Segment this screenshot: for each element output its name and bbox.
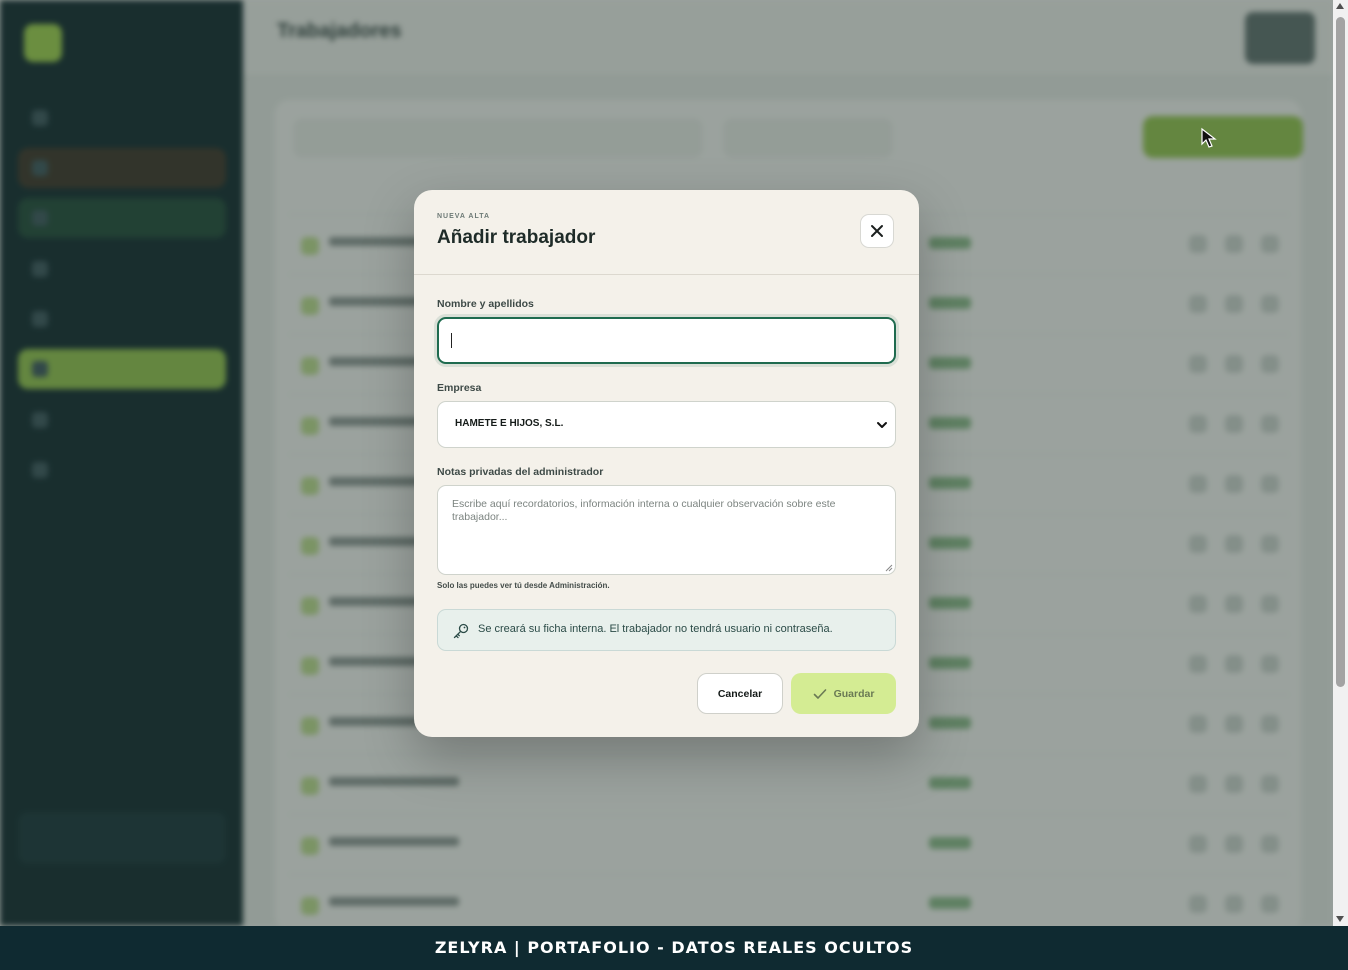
text-caret xyxy=(451,333,452,348)
mouse-cursor-icon xyxy=(1201,127,1217,148)
info-notice-text: Se creará su ficha interna. El trabajado… xyxy=(478,623,833,635)
company-selected-value: HAMETE E HIJOS, S.L. xyxy=(455,418,564,429)
company-select[interactable]: HAMETE E HIJOS, S.L. xyxy=(437,401,896,448)
info-notice: Se creará su ficha interna. El trabajado… xyxy=(437,609,896,651)
scrollbar-thumb[interactable] xyxy=(1336,17,1345,687)
close-icon xyxy=(871,225,883,237)
scroll-up-arrow-icon[interactable] xyxy=(1336,3,1344,9)
notes-placeholder: Escribe aquí recordatorios, información … xyxy=(452,498,836,523)
save-button-label: Guardar xyxy=(833,687,875,700)
notes-textarea[interactable]: Escribe aquí recordatorios, información … xyxy=(437,485,896,575)
dialog-eyebrow: NUEVA ALTA xyxy=(437,213,491,220)
cancel-button[interactable]: Cancelar xyxy=(697,673,783,714)
name-label: Nombre y apellidos xyxy=(437,298,534,310)
chevron-down-icon xyxy=(877,422,887,428)
resize-grip-icon[interactable] xyxy=(885,564,893,572)
company-label: Empresa xyxy=(437,382,482,394)
save-button[interactable]: Guardar xyxy=(791,673,896,714)
scrollbar[interactable] xyxy=(1333,0,1348,926)
check-icon xyxy=(813,688,826,699)
name-input[interactable] xyxy=(437,317,896,364)
notes-hint: Solo las puedes ver tú desde Administrac… xyxy=(437,581,610,590)
add-worker-dialog: NUEVA ALTA Añadir trabajador Nombre y ap… xyxy=(414,190,919,737)
close-button[interactable] xyxy=(860,214,894,248)
header-divider xyxy=(414,274,919,275)
dialog-title: Añadir trabajador xyxy=(437,227,596,248)
scroll-down-arrow-icon[interactable] xyxy=(1336,916,1344,922)
portfolio-banner: ZELYRA | PORTAFOLIO - DATOS REALES OCULT… xyxy=(0,926,1348,970)
key-icon xyxy=(453,623,469,639)
notes-label: Notas privadas del administrador xyxy=(437,466,604,478)
